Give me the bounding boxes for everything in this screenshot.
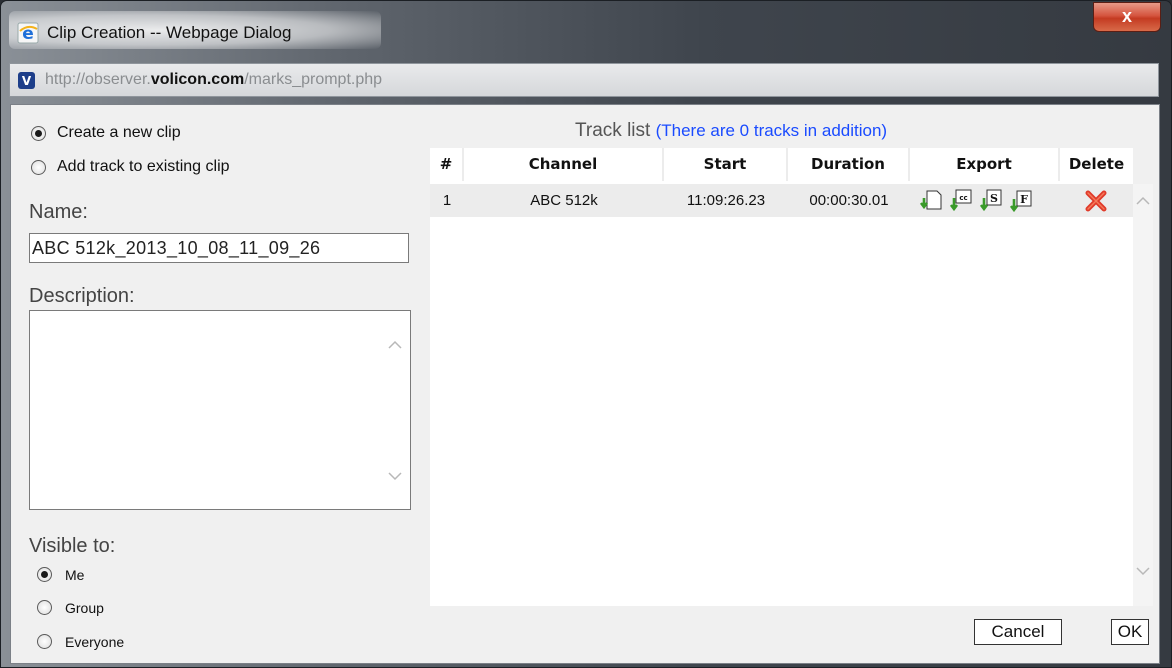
export-cc-icon[interactable]: cc (948, 188, 974, 214)
visible-group-label[interactable]: Group (65, 600, 104, 616)
export-s-icon[interactable]: S (978, 188, 1004, 214)
export-f-icon[interactable]: F (1008, 188, 1034, 214)
track-duration-cell: 00:00:30.01 (809, 192, 889, 209)
window-title: Clip Creation -- Webpage Dialog (47, 23, 292, 42)
dialog-window: e Clip Creation -- Webpage Dialog x V ht… (0, 0, 1172, 668)
col-header-duration: Duration (788, 148, 910, 181)
track-list-scrollbar[interactable] (1133, 184, 1153, 606)
col-header-start: Start (664, 148, 788, 181)
site-favicon-icon: V (18, 72, 35, 89)
address-bar: V http://observer.volicon.com/marks_prom… (9, 63, 1159, 97)
track-num-cell: 1 (442, 192, 452, 209)
create-new-clip-radio[interactable] (31, 126, 46, 141)
name-label: Name: (29, 201, 88, 223)
visible-me-label[interactable]: Me (65, 567, 84, 583)
visible-everyone-label[interactable]: Everyone (65, 634, 124, 650)
ok-button[interactable]: OK (1111, 619, 1149, 645)
cancel-button[interactable]: Cancel (974, 619, 1062, 645)
description-label: Description: (29, 285, 135, 307)
delete-x-icon[interactable] (1084, 189, 1108, 213)
create-new-clip-label[interactable]: Create a new clip (57, 124, 181, 142)
col-header-channel: Channel (464, 148, 664, 181)
svg-text:cc: cc (959, 194, 967, 202)
visible-everyone-radio[interactable] (37, 634, 52, 649)
chevron-down-icon[interactable] (388, 469, 402, 483)
add-track-existing-radio[interactable] (31, 160, 46, 175)
track-channel-cell: ABC 512k (530, 192, 598, 209)
svg-text:V: V (22, 74, 32, 88)
visible-group-radio[interactable] (37, 600, 52, 615)
track-list-note: (There are 0 tracks in addition) (655, 121, 888, 140)
col-header-delete: Delete (1068, 155, 1125, 173)
track-table: # Channel Start Duration Export Delete 1… (430, 148, 1133, 606)
visible-to-label: Visible to: (29, 535, 116, 557)
title-bar[interactable]: e Clip Creation -- Webpage Dialog x (1, 1, 1171, 61)
ie-browser-icon: e (17, 22, 39, 44)
description-textarea[interactable] (29, 310, 411, 510)
dialog-content: Create a new clip Add track to existing … (10, 104, 1160, 664)
export-file-icon[interactable] (918, 188, 944, 214)
col-header-export: Export (910, 148, 1060, 181)
svg-text:S: S (990, 192, 998, 205)
track-table-header: # Channel Start Duration Export Delete (430, 148, 1133, 181)
add-track-existing-label[interactable]: Add track to existing clip (57, 158, 230, 176)
name-input[interactable] (29, 233, 409, 263)
svg-text:F: F (1020, 193, 1028, 206)
address-url: http://observer.volicon.com/marks_prompt… (45, 71, 383, 88)
table-row[interactable]: 1 ABC 512k 11:09:26.23 00:00:30.01 cc S (430, 184, 1133, 217)
visible-me-radio[interactable] (37, 567, 52, 582)
col-header-num: # (430, 148, 464, 181)
chevron-up-icon[interactable] (388, 338, 402, 352)
track-start-cell: 11:09:26.23 (686, 192, 766, 209)
track-list-title: Track list (There are 0 tracks in additi… (575, 120, 888, 141)
close-button[interactable]: x (1093, 2, 1161, 32)
